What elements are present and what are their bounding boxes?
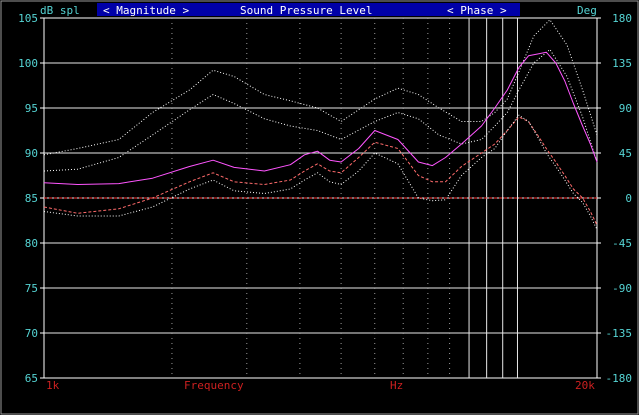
chart-title: Sound Pressure Level (240, 4, 372, 17)
left-axis-ticks: 65 70 75 80 85 90 95 100 105 (18, 12, 44, 385)
y-tick-label: 105 (18, 12, 38, 25)
phase-button[interactable]: < Phase > (447, 4, 507, 17)
y-tick-label: 85 (25, 192, 38, 205)
spl-chart-window: dB spl < Magnitude > Sound Pressure Leve… (0, 0, 639, 415)
series-line-3 (43, 116, 598, 226)
y2-tick-label: 90 (619, 102, 632, 115)
series-line-0 (43, 19, 598, 156)
y2-tick-label: 45 (619, 147, 632, 160)
right-axis-ticks: -180 -135 -90 -45 0 45 90 135 180 (597, 12, 632, 385)
y2-tick-label: -135 (606, 327, 633, 340)
right-unit-label: Deg (577, 4, 597, 17)
spl-chart: dB spl < Magnitude > Sound Pressure Leve… (0, 0, 639, 415)
series-layer (43, 19, 598, 230)
x-tick-label-1k: 1k (46, 379, 60, 392)
y-tick-label: 70 (25, 327, 38, 340)
x-axis-label: Frequency (184, 379, 244, 392)
y-tick-label: 100 (18, 57, 38, 70)
series-line-2 (43, 51, 598, 185)
y2-tick-label: 135 (612, 57, 632, 70)
x-tick-label-20k: 20k (575, 379, 595, 392)
y-tick-label: 90 (25, 147, 38, 160)
y-tick-label: 75 (25, 282, 38, 295)
y-tick-label: 65 (25, 372, 38, 385)
magnitude-button[interactable]: < Magnitude > (103, 4, 189, 17)
y-tick-label: 95 (25, 102, 38, 115)
y2-tick-label: -180 (606, 372, 633, 385)
y2-tick-label: -90 (612, 282, 632, 295)
y2-tick-label: -45 (612, 237, 632, 250)
x-unit-label: Hz (390, 379, 403, 392)
left-unit-label: dB spl (40, 4, 80, 17)
y2-tick-label: 180 (612, 12, 632, 25)
y-tick-label: 80 (25, 237, 38, 250)
y2-tick-label: 0 (625, 192, 632, 205)
